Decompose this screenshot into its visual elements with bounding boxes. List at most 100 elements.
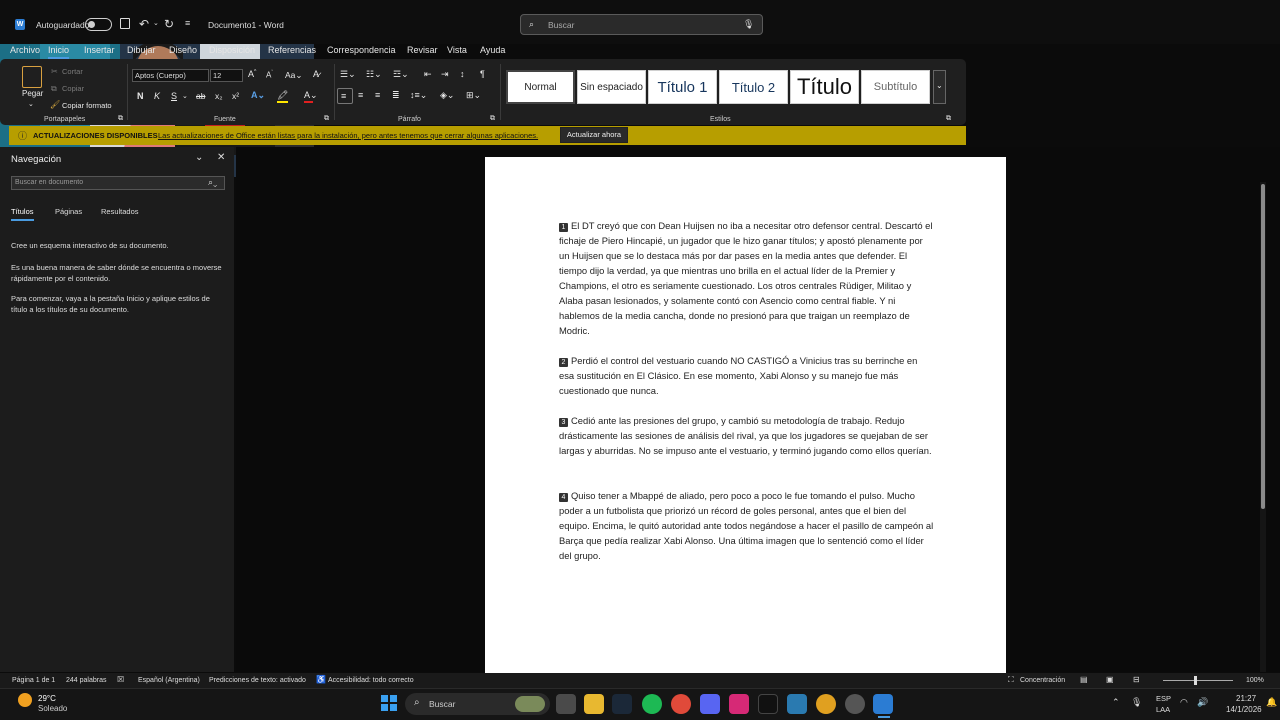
undo-dropdown-icon[interactable]: ⌄ xyxy=(153,19,159,27)
zoom-level[interactable]: 100% xyxy=(1246,677,1264,684)
underline-dropdown-icon[interactable]: ⌄ xyxy=(182,92,188,100)
change-case-icon[interactable]: Aa⌄ xyxy=(285,70,303,81)
menu-correspondencia[interactable]: Correspondencia xyxy=(327,45,396,55)
bullets-icon[interactable]: ☰⌄ xyxy=(340,69,356,80)
tab-paginas[interactable]: Páginas xyxy=(55,207,82,216)
nav-search-input[interactable]: Buscar en documento ⌕⌄ xyxy=(11,176,225,190)
increase-indent-icon[interactable]: ⇥ xyxy=(441,69,449,80)
focus-mode[interactable]: Concentración xyxy=(1020,677,1065,684)
underline-button[interactable]: S xyxy=(171,91,177,101)
spotify-icon[interactable] xyxy=(642,694,662,714)
word-count[interactable]: 244 palabras xyxy=(66,677,106,684)
superscript-button[interactable]: x² xyxy=(232,91,239,101)
print-layout-icon[interactable]: ▣ xyxy=(1106,675,1114,684)
text-predictions[interactable]: Predicciones de texto: activado xyxy=(209,677,306,684)
discord-icon[interactable] xyxy=(700,694,720,714)
page-count[interactable]: Página 1 de 1 xyxy=(12,677,55,684)
proofing-icon[interactable]: ☒ xyxy=(117,675,124,684)
update-message-link[interactable]: Las actualizaciones de Office están list… xyxy=(158,131,538,140)
shading-icon[interactable]: ◈⌄ xyxy=(440,90,454,101)
vpn-icon[interactable] xyxy=(787,694,807,714)
styles-more-button[interactable]: ⌄ xyxy=(933,70,946,104)
highlight-icon[interactable]: 🖍 xyxy=(277,90,288,101)
justify-icon[interactable]: ≣ xyxy=(392,90,400,101)
clear-format-icon[interactable]: A̷ xyxy=(313,69,319,79)
chevron-up-icon[interactable]: ⌃ xyxy=(1112,697,1120,708)
volume-icon[interactable]: 🔊 xyxy=(1197,697,1208,708)
steam-icon[interactable] xyxy=(612,694,632,714)
align-left-button[interactable]: ≡ xyxy=(337,88,353,104)
copy-button[interactable]: Copiar xyxy=(62,84,84,93)
menu-inicio[interactable]: Inicio xyxy=(48,45,70,59)
tiktok-icon[interactable] xyxy=(758,694,778,714)
document-paragraph[interactable]: 2 Perdió el control del vestuario cuando … xyxy=(559,353,935,398)
align-right-icon[interactable]: ≡ xyxy=(375,90,380,100)
font-launcher-icon[interactable]: ⧉ xyxy=(324,115,329,123)
customize-toolbar-icon[interactable]: ≡ xyxy=(185,18,190,28)
search-icon[interactable]: ⌕⌄ xyxy=(208,177,217,188)
style-title[interactable]: Título xyxy=(790,70,859,104)
multilevel-list-icon[interactable]: ☲⌄ xyxy=(393,69,409,80)
windows-start-icon[interactable] xyxy=(381,695,397,711)
document-paragraph[interactable]: 4 Quiso tener a Mbappé de aliado, pero po… xyxy=(559,488,935,563)
sort-icon[interactable]: ↕ xyxy=(460,69,465,79)
style-heading1[interactable]: Título 1 xyxy=(648,70,717,104)
instagram-icon[interactable] xyxy=(729,694,749,714)
italic-button[interactable]: K xyxy=(154,91,160,101)
menu-diseno[interactable]: Diseño xyxy=(169,45,197,55)
language[interactable]: Español (Argentina) xyxy=(138,677,200,684)
autosave-toggle[interactable] xyxy=(85,18,112,31)
word-taskbar-icon[interactable] xyxy=(873,694,893,714)
search-box[interactable]: ⌕ Buscar 🎙 xyxy=(520,14,763,35)
wifi-icon[interactable]: ◠ xyxy=(1180,697,1188,708)
update-now-button[interactable]: Actualizar ahora xyxy=(560,127,628,143)
styles-launcher-icon[interactable]: ⧉ xyxy=(946,115,951,123)
task-view-icon[interactable] xyxy=(556,694,576,714)
taskbar-search[interactable]: ⌕ Buscar xyxy=(405,693,550,715)
obs-icon[interactable] xyxy=(845,694,865,714)
microphone-icon[interactable]: 🎙 xyxy=(1131,697,1142,708)
notifications-icon[interactable]: 🔔 xyxy=(1266,697,1277,708)
chrome-profile-icon[interactable] xyxy=(816,694,836,714)
numbering-icon[interactable]: ☷⌄ xyxy=(366,69,382,80)
clock-date[interactable]: 14/1/2026 xyxy=(1226,705,1262,714)
tab-titulos[interactable]: Títulos xyxy=(11,207,34,221)
chrome-icon[interactable] xyxy=(671,694,691,714)
decrease-indent-icon[interactable]: ⇤ xyxy=(424,69,432,80)
paste-icon[interactable] xyxy=(22,66,42,88)
weather-icon[interactable] xyxy=(18,693,32,707)
format-painter-button[interactable]: Copiar formato xyxy=(62,101,112,110)
weather-temp[interactable]: 29°C xyxy=(38,694,56,703)
vertical-scrollbar[interactable] xyxy=(1260,182,1266,672)
grow-font-icon[interactable]: A^ xyxy=(248,69,256,79)
style-subtitle[interactable]: Subtítulo xyxy=(861,70,930,104)
align-center-icon[interactable]: ≡ xyxy=(358,90,363,100)
menu-archivo[interactable]: Archivo xyxy=(10,45,40,55)
show-marks-icon[interactable]: ¶ xyxy=(480,69,485,79)
style-normal[interactable]: Normal xyxy=(506,70,575,104)
strikethrough-button[interactable]: ab xyxy=(196,91,205,101)
menu-ayuda[interactable]: Ayuda xyxy=(480,45,505,55)
close-icon[interactable]: ✕ xyxy=(217,152,225,163)
paste-button[interactable]: Pegar xyxy=(22,89,43,98)
chevron-down-icon[interactable]: ⌄ xyxy=(195,152,203,163)
web-layout-icon[interactable]: ⊟ xyxy=(1133,675,1140,684)
paragraph-launcher-icon[interactable]: ⧉ xyxy=(490,115,495,123)
menu-disposicion[interactable]: Disposición xyxy=(209,45,255,55)
document-paragraph[interactable]: 3 Cedió ante las presiones del grupo, y c… xyxy=(559,413,935,458)
menu-dibujar[interactable]: Dibujar xyxy=(127,45,156,55)
font-name-combo[interactable]: Aptos (Cuerpo) xyxy=(132,69,209,82)
paste-dropdown-icon[interactable]: ⌄ xyxy=(28,100,34,108)
microphone-icon[interactable]: 🎙 xyxy=(743,19,754,30)
menu-referencias[interactable]: Referencias xyxy=(268,45,316,55)
menu-vista[interactable]: Vista xyxy=(447,45,467,55)
language-code[interactable]: ESP xyxy=(1156,694,1171,703)
menu-insertar[interactable]: Insertar xyxy=(84,45,115,55)
menu-revisar[interactable]: Revisar xyxy=(407,45,438,55)
tab-resultados[interactable]: Resultados xyxy=(101,207,139,216)
text-effects-icon[interactable]: A⌄ xyxy=(251,90,265,101)
undo-icon[interactable]: ↶ xyxy=(139,17,149,31)
clock-time[interactable]: 21:27 xyxy=(1236,694,1256,703)
style-no-spacing[interactable]: Sin espaciado xyxy=(577,70,646,104)
style-heading2[interactable]: Título 2 xyxy=(719,70,788,104)
